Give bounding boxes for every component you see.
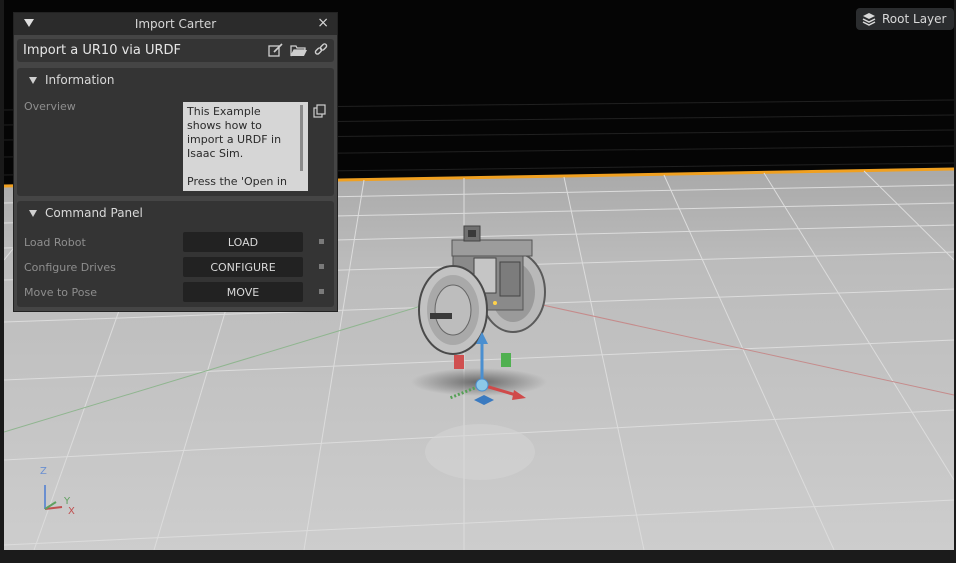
root-layer-label: Root Layer xyxy=(882,12,947,26)
load-button[interactable]: LOAD xyxy=(183,232,303,252)
status-indicator xyxy=(319,264,324,269)
overview-text-field[interactable]: This Example shows how to import a URDF … xyxy=(183,102,308,191)
copy-icon[interactable] xyxy=(313,104,327,118)
import-carter-window: Import Carter × Import a UR10 via URDF I… xyxy=(13,12,338,312)
configure-drives-label: Configure Drives xyxy=(24,261,116,274)
move-button[interactable]: MOVE xyxy=(183,282,303,302)
link-icon[interactable] xyxy=(314,43,328,57)
collapse-arrow-icon xyxy=(29,76,37,84)
information-section: Information Overview This Example shows … xyxy=(17,68,334,196)
close-window-button[interactable]: × xyxy=(317,15,329,31)
axis-z-label: Z xyxy=(40,466,47,477)
status-indicator xyxy=(319,289,324,294)
window-titlebar[interactable]: Import Carter × xyxy=(14,13,337,35)
command-panel-section: Command Panel Load Robot LOAD Configure … xyxy=(17,201,334,307)
folder-open-icon[interactable] xyxy=(290,43,308,57)
window-title: Import Carter xyxy=(134,17,217,31)
information-title: Information xyxy=(45,73,115,87)
axis-x-label: X xyxy=(68,506,75,517)
move-to-pose-label: Move to Pose xyxy=(24,286,98,299)
root-layer-button[interactable]: Root Layer xyxy=(856,8,955,30)
overview-scrollbar[interactable] xyxy=(300,105,303,171)
information-header[interactable]: Information xyxy=(17,68,334,92)
status-indicator xyxy=(319,239,324,244)
command-panel-title: Command Panel xyxy=(45,206,143,220)
command-panel-header[interactable]: Command Panel xyxy=(17,201,334,225)
collapse-arrow-icon xyxy=(29,209,37,217)
load-robot-label: Load Robot xyxy=(24,236,86,249)
edit-icon[interactable] xyxy=(268,43,284,57)
configure-button[interactable]: CONFIGURE xyxy=(183,257,303,277)
example-header: Import a UR10 via URDF xyxy=(17,39,334,62)
floor-highlight xyxy=(425,424,535,480)
collapse-window-icon[interactable] xyxy=(24,19,34,27)
status-strip xyxy=(0,550,956,563)
overview-label: Overview xyxy=(24,100,76,113)
layers-icon xyxy=(862,13,876,26)
example-title: Import a UR10 via URDF xyxy=(23,43,182,58)
